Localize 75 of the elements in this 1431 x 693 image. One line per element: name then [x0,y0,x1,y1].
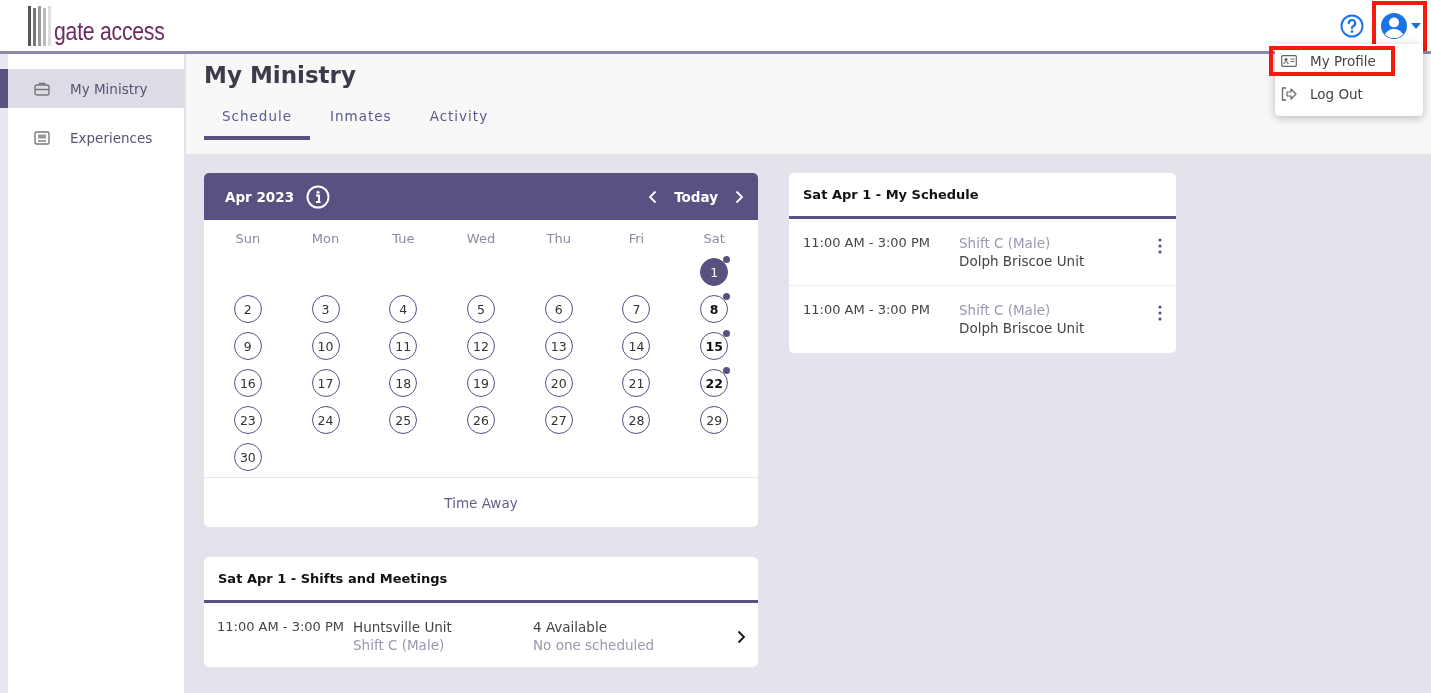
shift-row[interactable]: 11:00 AM - 3:00 PM Huntsville Unit Shift C (Male) 4 Available No one scheduled [204,603,758,667]
logout-icon [1281,87,1297,101]
month-label: Apr 2023 [225,188,295,205]
weekday-label: Wed [465,231,497,248]
weekday-label: Tue [391,231,416,248]
menu-item[interactable]: Log Out [1269,79,1395,109]
tab[interactable]: Schedule [204,106,311,140]
calendar-day[interactable]: 4 [389,295,418,323]
weekday-label: Fri [627,231,646,248]
availability-text: 4 Available [533,619,608,635]
user-avatar-icon [1380,11,1408,40]
shift-time: 11:00 AM - 3:00 PM [217,619,346,634]
calendar-day[interactable]: 7 [622,295,651,323]
tab[interactable]: Inmates [312,106,410,140]
shift-name: Shift C (Male) [353,637,446,653]
calendar-day[interactable]: 22 [700,369,729,397]
menu-item[interactable]: My Profile [1269,46,1395,76]
shift-name: Shift C (Male) [959,302,1052,318]
newspaper-icon [34,130,50,145]
calendar-day[interactable]: 29 [700,406,729,434]
shift-time: 11:00 AM - 3:00 PM [803,235,932,250]
unit-name: Dolph Briscoe Unit [959,320,1086,336]
calendar-day[interactable]: 14 [622,332,651,360]
weekday-label: Sat [702,231,726,248]
calendar-day[interactable]: 24 [311,406,340,434]
caret-icon [1411,22,1421,29]
previous-icon[interactable] [648,189,659,204]
calendar-day[interactable]: 17 [311,369,340,397]
briefcase-icon [34,81,50,96]
weekday-label: Thu [545,231,572,248]
calendar-day[interactable]: 16 [233,369,262,397]
calendar-day[interactable]: 12 [467,332,495,360]
unit-name: Dolph Briscoe Unit [959,253,1086,269]
weekday-label: Sun [234,231,262,248]
weekday-label: Mon [310,231,341,248]
logo-text: gate access [54,15,165,46]
calendar-day[interactable]: 18 [389,369,418,397]
calendar-day[interactable]: 10 [311,332,340,360]
today-button[interactable]: Today [670,188,722,205]
sidebar-item[interactable]: My Ministry [0,69,184,108]
chevron-right-icon [737,628,746,644]
calendar-day[interactable]: 30 [233,443,262,471]
calendar-day[interactable]: 21 [622,369,651,397]
calendar-day[interactable]: 20 [544,369,573,397]
help-icon[interactable] [1340,13,1364,38]
scheduled-text: No one scheduled [533,637,656,653]
calendar-day[interactable]: 2 [233,295,262,323]
calendar-day[interactable]: 15 [700,332,729,360]
calendar-day[interactable]: 5 [467,295,495,323]
calendar-day[interactable]: 1 [700,258,729,286]
unit-name: Huntsville Unit [353,619,453,635]
calendar-day[interactable]: 6 [544,295,573,323]
calendar-day[interactable]: 27 [544,406,573,434]
id-card-icon [1281,55,1297,67]
calendar-day[interactable]: 11 [389,332,418,360]
calendar-day[interactable]: 28 [622,406,651,434]
shift-name: Shift C (Male) [959,235,1052,251]
card-title: Sat Apr 1 - My Schedule [789,173,1176,219]
card-title: Sat Apr 1 - Shifts and Meetings [204,557,758,603]
shift-time: 11:00 AM - 3:00 PM [803,302,932,317]
calendar-day[interactable]: 3 [311,295,340,323]
next-icon[interactable] [734,189,744,204]
info-icon[interactable] [306,184,331,209]
logo-icon [28,5,52,46]
time-away-link[interactable]: Time Away [444,494,518,511]
calendar-day[interactable]: 26 [467,406,495,434]
calendar-day[interactable]: 25 [389,406,418,434]
calendar-day[interactable]: 23 [233,406,262,434]
page-title: My Ministry [204,62,356,88]
calendar-day[interactable]: 8 [700,295,729,323]
tab[interactable]: Activity [411,106,507,140]
calendar-day[interactable]: 19 [467,369,495,397]
sidebar-item[interactable]: Experiences [8,118,184,157]
calendar-day[interactable]: 9 [233,332,262,360]
calendar-day[interactable]: 13 [544,332,573,360]
